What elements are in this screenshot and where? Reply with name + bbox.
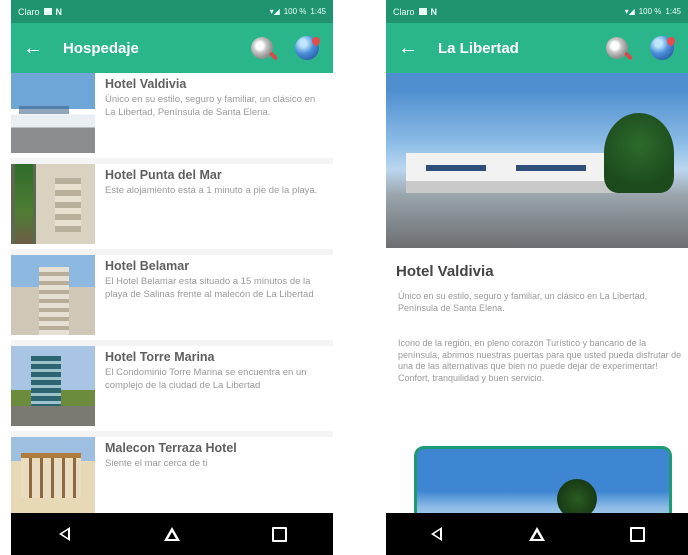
arrow-left-icon[interactable]: ← <box>398 38 424 58</box>
status-bar: Claro N ▾◢ 100 % 1:45 <box>11 0 333 23</box>
hotel-card-malecon-terraza[interactable]: Malecon Terraza Hotel Siente el mar cerc… <box>11 437 333 513</box>
hotel-description: Único en su estilo, seguro y familiar, u… <box>105 94 316 118</box>
battery-level: 100 % <box>283 7 307 16</box>
hotel-card-valdivia[interactable]: Hotel Valdivia Único en su estilo, segur… <box>11 73 333 158</box>
hotel-thumbnail <box>11 437 95 513</box>
square-recents-icon <box>271 526 287 542</box>
hospedaje-screen: Claro N ▾◢ 100 % 1:45 ← Hospedaje Hotel … <box>11 0 333 555</box>
hotel-list: Hotel Valdivia Único en su estilo, segur… <box>11 73 333 513</box>
hotel-thumbnail <box>11 346 95 426</box>
carrier-label: Claro <box>18 6 40 17</box>
app-bar: ← La Libertad <box>386 23 688 73</box>
hotel-description: Este alojamiento está a 1 minuto a pie d… <box>105 185 318 196</box>
globe-location-icon[interactable] <box>295 36 319 60</box>
home-icon <box>163 526 181 542</box>
nav-recents-button[interactable] <box>259 513 299 555</box>
clock: 1:45 <box>665 7 681 16</box>
n-notification-icon: N <box>430 6 438 17</box>
search-icon[interactable] <box>606 37 628 59</box>
signal-icon: ▾◢ <box>624 7 635 16</box>
hotel-thumbnail <box>11 255 95 335</box>
status-bar: Claro N ▾◢ 100 % 1:45 <box>386 0 688 23</box>
triangle-back-icon <box>430 527 442 541</box>
palm-tree-graphic <box>604 113 674 193</box>
triangle-back-icon <box>59 527 71 541</box>
app-bar: ← Hospedaje <box>11 23 333 73</box>
page-title: Hospedaje <box>63 39 139 57</box>
hotel-name: Hotel Punta del Mar <box>105 168 222 182</box>
hotel-description: El Condominio Torre Marina se encuentra … <box>105 367 307 391</box>
square-recents-icon <box>630 526 646 542</box>
hotel-thumbnail <box>11 73 95 153</box>
nav-home-button[interactable] <box>517 513 557 555</box>
hotel-card-torre-marina[interactable]: Hotel Torre Marina El Condominio Torre M… <box>11 346 333 431</box>
image-notification-icon <box>43 8 52 15</box>
carrier-label: Claro <box>393 6 415 17</box>
nav-back-button[interactable] <box>45 513 85 555</box>
search-icon[interactable] <box>251 37 273 59</box>
signal-icon: ▾◢ <box>269 7 280 16</box>
android-nav-bar <box>386 513 688 555</box>
page-title: La Libertad <box>438 39 519 57</box>
hotel-name: Hotel Torre Marina <box>105 350 215 364</box>
hotel-description: El Hotel Belamar esta situado a 15 minut… <box>105 276 314 300</box>
hotel-card-punta-del-mar[interactable]: Hotel Punta del Mar Este alojamiento est… <box>11 164 333 249</box>
hotel-summary: Único en su estilo, seguro y familiar, u… <box>398 291 648 313</box>
hotel-name: Hotel Valdivia <box>105 77 187 91</box>
hotel-title: Hotel Valdivia <box>396 263 494 280</box>
hotel-thumbnail <box>11 164 95 244</box>
hotel-description: Icono de la región, en pleno corazón Tur… <box>398 338 682 383</box>
nav-back-button[interactable] <box>416 513 456 555</box>
hotel-description: Siente el mar cerca de ti <box>105 458 208 469</box>
globe-location-icon[interactable] <box>650 36 674 60</box>
hotel-card-belamar[interactable]: Hotel Belamar El Hotel Belamar esta situ… <box>11 255 333 340</box>
hotel-detail-screen: Claro N ▾◢ 100 % 1:45 ← La Libertad Hote… <box>386 0 688 555</box>
home-icon <box>528 526 546 542</box>
battery-level: 100 % <box>638 7 662 16</box>
n-notification-icon: N <box>55 6 63 17</box>
image-notification-icon <box>418 8 427 15</box>
nav-recents-button[interactable] <box>618 513 658 555</box>
android-nav-bar <box>11 513 333 555</box>
hotel-name: Hotel Belamar <box>105 259 190 273</box>
clock: 1:45 <box>310 7 326 16</box>
hotel-hero-image <box>386 73 688 248</box>
nav-home-button[interactable] <box>152 513 192 555</box>
hotel-name: Malecon Terraza Hotel <box>105 441 237 455</box>
arrow-left-icon[interactable]: ← <box>23 38 49 58</box>
